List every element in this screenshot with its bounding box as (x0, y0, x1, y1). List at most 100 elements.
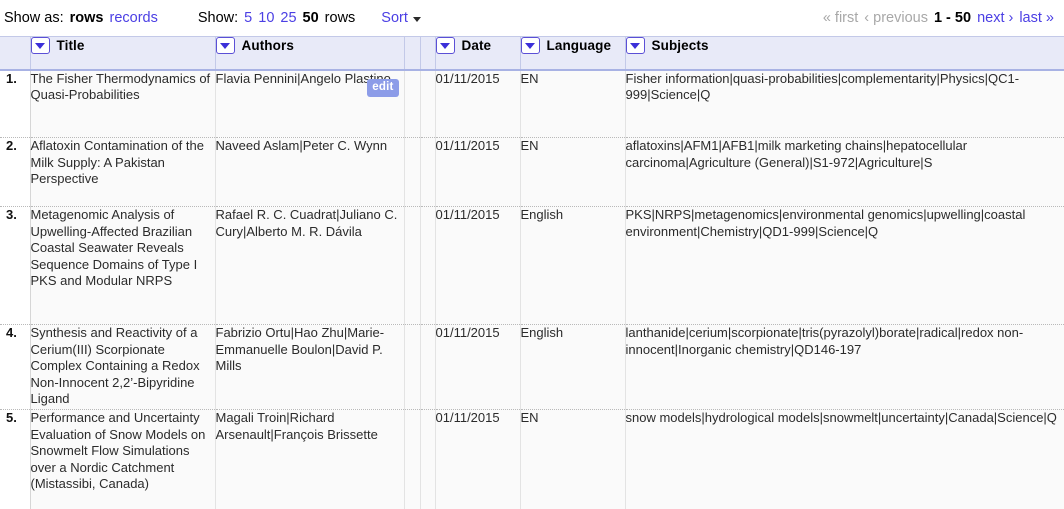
edit-button[interactable]: edit (367, 78, 399, 97)
cell-language: English (520, 324, 626, 410)
cell-language: EN (520, 69, 626, 138)
results-toolbar: Show as: rows records Show: 5 10 25 50 r… (0, 0, 1064, 36)
cell-language: EN (520, 137, 626, 207)
cell-spacer-1 (404, 409, 421, 509)
cell-date: 01/11/2015 (435, 137, 521, 207)
table-row[interactable]: 2. Aflatoxin Contamination of the Milk S… (0, 137, 1064, 207)
authors-text: Naveed Aslam|Peter C. Wynn (215, 138, 388, 153)
date-column-menu-button[interactable] (435, 37, 455, 54)
row-number: 4. (0, 324, 31, 410)
header-date[interactable]: Date (435, 36, 521, 71)
show-as-rows-option[interactable]: rows (70, 10, 104, 26)
language-column-menu-button[interactable] (520, 37, 540, 54)
pagination-first: « first (822, 10, 859, 26)
cell-subjects: aflatoxins|AFM1|AFB1|milk marketing chai… (625, 137, 1064, 207)
pagination-last[interactable]: last » (1019, 10, 1054, 26)
cell-spacer-1 (404, 324, 421, 410)
title-column-menu-button[interactable] (30, 37, 50, 54)
results-table-container: Title Authors Date Language Subjects 1. … (0, 36, 1064, 509)
cell-language: English (520, 206, 626, 325)
cell-date: 01/11/2015 (435, 324, 521, 410)
show-as-group: Show as: rows records (4, 10, 158, 26)
cell-title[interactable]: Aflatoxin Contamination of the Milk Supp… (30, 137, 216, 207)
sort-button[interactable]: Sort (381, 10, 421, 26)
show-as-records-option[interactable]: records (110, 10, 158, 26)
cell-subjects: snow models|hydrological models|snowmelt… (625, 409, 1064, 509)
page-size-25[interactable]: 25 (280, 10, 296, 26)
subjects-column-menu-button[interactable] (625, 37, 645, 54)
cell-title[interactable]: Performance and Uncertainty Evaluation o… (30, 409, 216, 509)
header-authors-label: Authors (241, 38, 294, 53)
cell-spacer-2 (420, 137, 436, 207)
header-row: Title Authors Date Language Subjects (0, 36, 1064, 71)
cell-spacer-1 (404, 206, 421, 325)
cell-spacer-2 (420, 69, 436, 138)
header-spacer-1 (404, 36, 421, 71)
cell-authors[interactable]: Rafael R. C. Cuadrat|Juliano C. Cury|Alb… (215, 206, 405, 325)
header-rownum (0, 36, 31, 71)
page-size-50[interactable]: 50 (303, 10, 319, 26)
header-spacer-2 (420, 36, 436, 71)
pagination-range: 1 - 50 (933, 10, 972, 26)
cell-spacer-1 (404, 137, 421, 207)
pagination: « first ‹ previous 1 - 50 next › last » (823, 10, 1054, 26)
show-as-label: Show as: (4, 10, 64, 26)
row-number: 5. (0, 409, 31, 509)
cell-title[interactable]: Synthesis and Reactivity of a Cerium(III… (30, 324, 216, 410)
table-header: Title Authors Date Language Subjects (0, 36, 1064, 71)
cell-subjects: lanthanide|cerium|scorpionate|tris(pyraz… (625, 324, 1064, 410)
results-table: Title Authors Date Language Subjects 1. … (0, 36, 1064, 509)
chevron-down-icon (630, 42, 640, 49)
cell-title[interactable]: Metagenomic Analysis of Upwelling-Affect… (30, 206, 216, 325)
page-size-5[interactable]: 5 (244, 10, 252, 26)
authors-column-menu-button[interactable] (215, 37, 235, 54)
cell-authors[interactable]: Magali Troin|Richard Arsenault|François … (215, 409, 405, 509)
cell-spacer-1 (404, 69, 421, 138)
show-label: Show: (197, 10, 239, 26)
header-subjects-label: Subjects (651, 38, 709, 53)
header-authors[interactable]: Authors (215, 36, 405, 71)
cell-title[interactable]: The Fisher Thermodynamics of Quasi-Proba… (30, 69, 216, 138)
header-title-label: Title (56, 38, 85, 53)
authors-text: Magali Troin|Richard Arsenault|François … (215, 410, 378, 442)
table-row[interactable]: 1. The Fisher Thermodynamics of Quasi-Pr… (0, 69, 1064, 138)
rows-suffix-label: rows (324, 10, 356, 26)
header-subjects[interactable]: Subjects (625, 36, 1064, 71)
row-number: 2. (0, 137, 31, 207)
pagination-previous: ‹ previous (864, 10, 928, 26)
cell-date: 01/11/2015 (435, 206, 521, 325)
chevron-down-icon (412, 17, 421, 22)
page-size-group: Show: 5 10 25 50 rows (198, 10, 355, 26)
pagination-next[interactable]: next › (977, 10, 1013, 26)
authors-text: Fabrizio Ortu|Hao Zhu|Marie-Emmanuelle B… (215, 325, 385, 373)
cell-date: 01/11/2015 (435, 69, 521, 138)
table-row[interactable]: 4. Synthesis and Reactivity of a Cerium(… (0, 324, 1064, 410)
authors-text: Rafael R. C. Cuadrat|Juliano C. Cury|Alb… (215, 207, 398, 239)
header-language-label: Language (546, 38, 612, 53)
cell-subjects: Fisher information|quasi-probabilities|c… (625, 69, 1064, 138)
header-title[interactable]: Title (30, 36, 216, 71)
cell-authors[interactable]: Naveed Aslam|Peter C. Wynn (215, 137, 405, 207)
page-size-10[interactable]: 10 (258, 10, 274, 26)
row-number: 3. (0, 206, 31, 325)
cell-spacer-2 (420, 324, 436, 410)
table-body: 1. The Fisher Thermodynamics of Quasi-Pr… (0, 69, 1064, 509)
chevron-down-icon (525, 42, 535, 49)
cell-authors[interactable]: Flavia Pennini|Angelo Plastino edit (215, 69, 405, 138)
authors-text: Flavia Pennini|Angelo Plastino (215, 70, 391, 86)
table-row[interactable]: 5. Performance and Uncertainty Evaluatio… (0, 409, 1064, 509)
sort-label: Sort (381, 10, 408, 26)
row-number: 1. (0, 69, 31, 138)
cell-date: 01/11/2015 (435, 409, 521, 509)
cell-subjects: PKS|NRPS|metagenomics|environmental geno… (625, 206, 1064, 325)
chevron-down-icon (440, 42, 450, 49)
cell-language: EN (520, 409, 626, 509)
header-date-label: Date (461, 38, 492, 53)
cell-authors[interactable]: Fabrizio Ortu|Hao Zhu|Marie-Emmanuelle B… (215, 324, 405, 410)
header-language[interactable]: Language (520, 36, 626, 71)
table-row[interactable]: 3. Metagenomic Analysis of Upwelling-Aff… (0, 206, 1064, 325)
cell-spacer-2 (420, 409, 436, 509)
chevron-down-icon (220, 42, 230, 49)
chevron-down-icon (35, 42, 45, 49)
cell-spacer-2 (420, 206, 436, 325)
